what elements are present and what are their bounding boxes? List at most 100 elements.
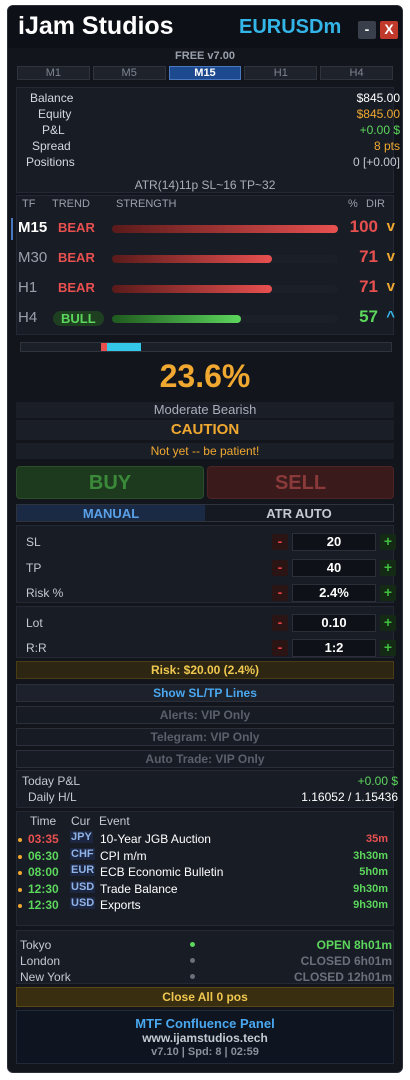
spread-row: Spread 8 pts (24, 139, 400, 155)
event-currency-badge: CHF (70, 848, 95, 860)
sl-value-field[interactable]: 20 (292, 533, 376, 551)
sl-decrease-button[interactable]: - (272, 534, 288, 550)
event-currency-badge: USD (70, 897, 96, 909)
atr-info: ATR(14)11p SL~16 TP~32 (134, 178, 276, 192)
lot-label: Lot (26, 616, 43, 630)
event-row: 12:30 USD Trade Balance 9h30m (18, 881, 392, 898)
tab-h1[interactable]: H1 (244, 66, 318, 80)
event-time: 03:35 (28, 832, 59, 846)
risk-decrease-button[interactable]: - (272, 585, 288, 601)
r-r-increase-button[interactable]: + (380, 640, 396, 656)
event-currency-badge: EUR (70, 864, 96, 876)
event-time: 08:00 (28, 865, 59, 879)
param-row-sl: SL -20 + (16, 532, 396, 552)
lot-value-field[interactable]: 0.10 (292, 614, 376, 632)
risk-summary: Risk: $20.00 (2.4%) (16, 661, 394, 679)
event-dot-icon (18, 838, 22, 842)
session-row: New York CLOSED 12h01m (20, 970, 392, 986)
event-row: 03:35 JPY 10-Year JGB Auction 35m (18, 831, 392, 848)
trend-row[interactable]: H1 BEAR 71 v (8, 276, 402, 302)
event-name: CPI m/m (100, 849, 147, 863)
r-r-value-field[interactable]: 1:2 (292, 639, 376, 657)
tab-manual[interactable]: MANUAL (17, 505, 205, 521)
buy-button[interactable]: BUY (16, 466, 204, 499)
risk-label: Risk % (26, 586, 64, 600)
tp-label: TP (26, 561, 42, 575)
trend-row[interactable]: M30 BEAR 71 v (8, 246, 402, 272)
risk-value-field[interactable]: 2.4% (292, 584, 376, 602)
event-remaining: 5h0m (359, 866, 388, 878)
tab-m5[interactable]: M5 (92, 66, 166, 80)
close-button[interactable]: X (380, 21, 398, 39)
event-time: 12:30 (28, 882, 59, 896)
today-pl-label: Today P&L (22, 774, 81, 788)
trend-row-tf: H4 (18, 309, 38, 326)
session-status: CLOSED 6h01m (300, 954, 392, 968)
close-all-button[interactable]: Close All 0 pos (16, 987, 394, 1007)
param-row-tp: TP -40 + (16, 558, 396, 578)
trend-row-percent: 57 (359, 307, 378, 326)
event-name: Exports (100, 898, 141, 912)
event-dot-icon (18, 871, 22, 875)
tp-value-field[interactable]: 40 (292, 559, 376, 577)
event-name: Trade Balance (100, 882, 178, 896)
footer-panel-name: MTF Confluence Panel (135, 1016, 275, 1031)
auto-trade-vip-button[interactable]: Auto Trade: VIP Only (16, 750, 394, 768)
r-r-decrease-button[interactable]: - (272, 640, 288, 656)
header-strength: STRENGTH (116, 198, 177, 210)
pl-label: P&L (42, 123, 65, 137)
telegram-vip-button[interactable]: Telegram: VIP Only (16, 728, 394, 746)
event-dot-icon (18, 855, 22, 859)
minimize-button[interactable]: - (358, 21, 376, 39)
session-name: New York (20, 970, 71, 984)
show-sl-tp-lines-button[interactable]: Show SL/TP Lines (16, 684, 394, 702)
param-row-r-r: R:R -1:2 + (16, 638, 396, 658)
event-dot-icon (18, 888, 22, 892)
footer-url[interactable]: www.ijamstudios.tech (17, 1031, 393, 1045)
event-remaining: 3h30m (353, 850, 388, 862)
lot-increase-button[interactable]: + (380, 615, 396, 631)
session-row: London CLOSED 6h01m (20, 954, 392, 970)
pl-row: P&L +0.00 $ (24, 123, 400, 139)
risk-increase-button[interactable]: + (380, 585, 396, 601)
trend-row-tf: H1 (18, 279, 38, 296)
tp-decrease-button[interactable]: - (272, 560, 288, 576)
tab-m15[interactable]: M15 (168, 66, 242, 80)
trend-row[interactable]: H4 BULL 57 ^ (8, 306, 402, 332)
spread-value: 8 pts (373, 139, 400, 153)
tab-m1[interactable]: M1 (17, 66, 90, 80)
param-row-risk: Risk % -2.4% + (16, 583, 396, 603)
daily-hl-row: Daily H/L 1.16052 / 1.15436 (22, 790, 398, 806)
tab-atr-auto[interactable]: ATR AUTO (205, 505, 393, 521)
strength-bar-fill (112, 255, 272, 263)
trend-row-trend: BULL (53, 311, 104, 326)
param-row-lot: Lot -0.10 + (16, 613, 396, 633)
event-currency-badge: USD (70, 881, 96, 893)
bias-label: Moderate Bearish (16, 402, 394, 418)
session-name: London (20, 954, 61, 968)
trend-row-trend: BEAR (58, 250, 95, 265)
strength-bar-fill (112, 315, 241, 323)
session-status: OPEN 8h01m (316, 938, 392, 952)
tab-h4[interactable]: H4 (320, 66, 393, 80)
event-currency-badge: JPY (70, 831, 93, 843)
header-dir: DIR (366, 198, 385, 210)
title-bar[interactable]: iJam Studios EURUSDm - X (8, 6, 402, 48)
footer-info: v7.10 | Spd: 8 | 02:59 (151, 1046, 259, 1058)
sell-button[interactable]: SELL (207, 466, 394, 499)
trend-row-trend: BEAR (58, 280, 95, 295)
event-remaining: 35m (365, 833, 388, 845)
balance-value: $845.00 (356, 91, 400, 105)
session-status-dot-icon (190, 942, 195, 947)
header-pct: % (348, 198, 358, 210)
alerts-vip-button[interactable]: Alerts: VIP Only (16, 706, 394, 724)
sl-label: SL (26, 535, 41, 549)
tp-increase-button[interactable]: + (380, 560, 396, 576)
sl-increase-button[interactable]: + (380, 534, 396, 550)
spread-label: Spread (32, 139, 71, 153)
confluence-percent: 23.6% (159, 358, 251, 394)
trend-row[interactable]: M15 BEAR 100 v (8, 216, 402, 242)
session-name: Tokyo (20, 938, 52, 952)
session-status: CLOSED 12h01m (293, 970, 392, 984)
lot-decrease-button[interactable]: - (272, 615, 288, 631)
